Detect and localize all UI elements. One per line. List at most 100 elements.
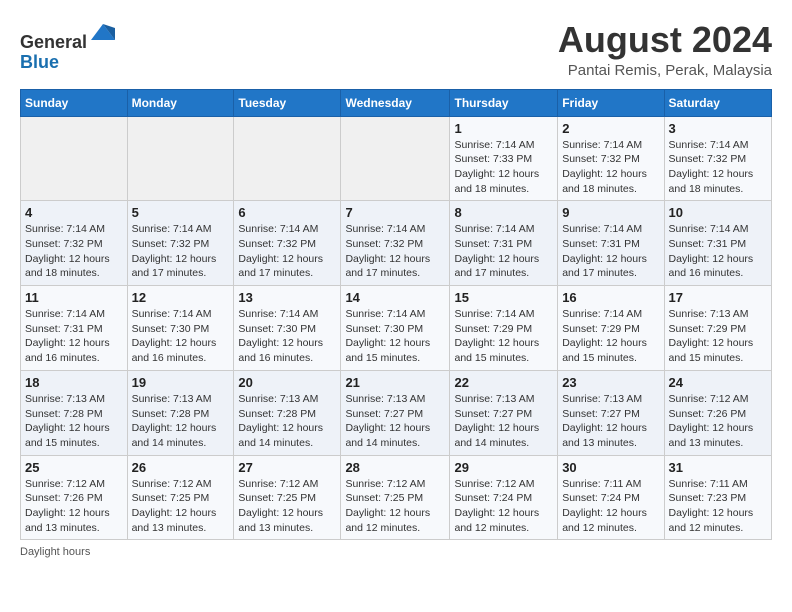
day-info: Sunrise: 7:14 AM Sunset: 7:32 PM Dayligh… — [345, 222, 445, 281]
day-number: 31 — [669, 460, 767, 475]
calendar-cell: 18 Sunrise: 7:13 AM Sunset: 7:28 PM Dayli… — [21, 370, 128, 455]
day-info: Sunrise: 7:14 AM Sunset: 7:30 PM Dayligh… — [238, 307, 336, 366]
day-info: Sunrise: 7:14 AM Sunset: 7:30 PM Dayligh… — [345, 307, 445, 366]
day-info: Sunrise: 7:14 AM Sunset: 7:30 PM Dayligh… — [132, 307, 230, 366]
day-number: 24 — [669, 375, 767, 390]
day-number: 19 — [132, 375, 230, 390]
calendar-cell: 30 Sunrise: 7:11 AM Sunset: 7:24 PM Dayli… — [558, 455, 664, 540]
day-number: 22 — [454, 375, 553, 390]
day-info: Sunrise: 7:14 AM Sunset: 7:32 PM Dayligh… — [238, 222, 336, 281]
day-number: 8 — [454, 205, 553, 220]
day-number: 7 — [345, 205, 445, 220]
calendar-cell: 27Sunrise: 7:12 AM Sunset: 7:25 PM Dayli… — [234, 455, 341, 540]
calendar-cell: 15Sunrise: 7:14 AM Sunset: 7:29 PM Dayli… — [450, 286, 558, 371]
calendar-cell: 31 Sunrise: 7:11 AM Sunset: 7:23 PM Dayli… — [664, 455, 771, 540]
calendar-cell: 29Sunrise: 7:12 AM Sunset: 7:24 PM Dayli… — [450, 455, 558, 540]
day-info: Sunrise: 7:12 AM Sunset: 7:26 PM Dayligh… — [669, 392, 767, 451]
weekday-header-wednesday: Wednesday — [341, 89, 450, 116]
day-info: Sunrise: 7:14 AM Sunset: 7:32 PM Dayligh… — [25, 222, 123, 281]
week-row-4: 18 Sunrise: 7:13 AM Sunset: 7:28 PM Dayli… — [21, 370, 772, 455]
day-number: 5 — [132, 205, 230, 220]
calendar-cell: 10 Sunrise: 7:14 AM Sunset: 7:31 PM Dayli… — [664, 201, 771, 286]
weekday-header-thursday: Thursday — [450, 89, 558, 116]
month-year: August 2024 — [558, 20, 772, 60]
weekday-header-row: SundayMondayTuesdayWednesdayThursdayFrid… — [21, 89, 772, 116]
calendar-cell: 28Sunrise: 7:12 AM Sunset: 7:25 PM Dayli… — [341, 455, 450, 540]
day-number: 10 — [669, 205, 767, 220]
day-number: 18 — [25, 375, 123, 390]
day-number: 3 — [669, 121, 767, 136]
weekday-header-friday: Friday — [558, 89, 664, 116]
calendar-cell: 6 Sunrise: 7:14 AM Sunset: 7:32 PM Daylig… — [234, 201, 341, 286]
day-number: 11 — [25, 290, 123, 305]
day-info: Sunrise: 7:13 AM Sunset: 7:27 PM Dayligh… — [454, 392, 553, 451]
day-number: 29 — [454, 460, 553, 475]
weekday-header-saturday: Saturday — [664, 89, 771, 116]
day-info: Sunrise: 7:13 AM Sunset: 7:28 PM Dayligh… — [132, 392, 230, 451]
day-number: 26 — [132, 460, 230, 475]
day-info: Sunrise: 7:14 AM Sunset: 7:29 PM Dayligh… — [454, 307, 553, 366]
calendar-cell: 7 Sunrise: 7:14 AM Sunset: 7:32 PM Daylig… — [341, 201, 450, 286]
calendar-cell: 19 Sunrise: 7:13 AM Sunset: 7:28 PM Dayli… — [127, 370, 234, 455]
day-number: 21 — [345, 375, 445, 390]
calendar-cell — [234, 116, 341, 201]
logo-icon — [89, 20, 117, 48]
calendar-cell: 5 Sunrise: 7:14 AM Sunset: 7:32 PM Daylig… — [127, 201, 234, 286]
day-info: Sunrise: 7:11 AM Sunset: 7:24 PM Dayligh… — [562, 477, 659, 536]
day-number: 17 — [669, 290, 767, 305]
calendar-cell: 23Sunrise: 7:13 AM Sunset: 7:27 PM Dayli… — [558, 370, 664, 455]
day-info: Sunrise: 7:13 AM Sunset: 7:27 PM Dayligh… — [345, 392, 445, 451]
day-number: 4 — [25, 205, 123, 220]
day-number: 14 — [345, 290, 445, 305]
calendar-cell — [341, 116, 450, 201]
calendar-cell: 20Sunrise: 7:13 AM Sunset: 7:28 PM Dayli… — [234, 370, 341, 455]
calendar-cell: 12 Sunrise: 7:14 AM Sunset: 7:30 PM Dayli… — [127, 286, 234, 371]
logo: General Blue — [20, 20, 117, 73]
day-info: Sunrise: 7:14 AM Sunset: 7:32 PM Dayligh… — [669, 138, 767, 197]
day-info: Sunrise: 7:12 AM Sunset: 7:26 PM Dayligh… — [25, 477, 123, 536]
calendar-cell: 1 Sunrise: 7:14 AM Sunset: 7:33 PM Daylig… — [450, 116, 558, 201]
calendar-cell: 8 Sunrise: 7:14 AM Sunset: 7:31 PM Daylig… — [450, 201, 558, 286]
day-number: 13 — [238, 290, 336, 305]
day-number: 2 — [562, 121, 659, 136]
day-info: Sunrise: 7:14 AM Sunset: 7:29 PM Dayligh… — [562, 307, 659, 366]
day-number: 6 — [238, 205, 336, 220]
calendar-cell: 3 Sunrise: 7:14 AM Sunset: 7:32 PM Daylig… — [664, 116, 771, 201]
day-number: 16 — [562, 290, 659, 305]
weekday-header-tuesday: Tuesday — [234, 89, 341, 116]
day-number: 1 — [454, 121, 553, 136]
week-row-5: 25 Sunrise: 7:12 AM Sunset: 7:26 PM Dayli… — [21, 455, 772, 540]
calendar-cell: 2Sunrise: 7:14 AM Sunset: 7:32 PM Daylig… — [558, 116, 664, 201]
calendar-cell: 24 Sunrise: 7:12 AM Sunset: 7:26 PM Dayli… — [664, 370, 771, 455]
calendar-cell — [21, 116, 128, 201]
day-info: Sunrise: 7:14 AM Sunset: 7:31 PM Dayligh… — [25, 307, 123, 366]
calendar-cell: 11 Sunrise: 7:14 AM Sunset: 7:31 PM Dayli… — [21, 286, 128, 371]
calendar-cell: 25 Sunrise: 7:12 AM Sunset: 7:26 PM Dayli… — [21, 455, 128, 540]
day-info: Sunrise: 7:14 AM Sunset: 7:32 PM Dayligh… — [132, 222, 230, 281]
day-info: Sunrise: 7:11 AM Sunset: 7:23 PM Dayligh… — [669, 477, 767, 536]
calendar-cell: 26Sunrise: 7:12 AM Sunset: 7:25 PM Dayli… — [127, 455, 234, 540]
day-number: 25 — [25, 460, 123, 475]
day-number: 23 — [562, 375, 659, 390]
weekday-header-sunday: Sunday — [21, 89, 128, 116]
day-info: Sunrise: 7:12 AM Sunset: 7:25 PM Dayligh… — [238, 477, 336, 536]
day-info: Sunrise: 7:14 AM Sunset: 7:31 PM Dayligh… — [669, 222, 767, 281]
calendar-cell — [127, 116, 234, 201]
day-info: Sunrise: 7:14 AM Sunset: 7:31 PM Dayligh… — [562, 222, 659, 281]
day-info: Sunrise: 7:13 AM Sunset: 7:29 PM Dayligh… — [669, 307, 767, 366]
day-info: Sunrise: 7:13 AM Sunset: 7:28 PM Dayligh… — [25, 392, 123, 451]
calendar-cell: 21 Sunrise: 7:13 AM Sunset: 7:27 PM Dayli… — [341, 370, 450, 455]
day-number: 30 — [562, 460, 659, 475]
logo-blue-text: Blue — [20, 52, 59, 72]
day-number: 12 — [132, 290, 230, 305]
header: General Blue August 2024 Pantai Remis, P… — [20, 20, 772, 79]
calendar-table: SundayMondayTuesdayWednesdayThursdayFrid… — [20, 89, 772, 541]
day-info: Sunrise: 7:14 AM Sunset: 7:33 PM Dayligh… — [454, 138, 553, 197]
week-row-1: 1 Sunrise: 7:14 AM Sunset: 7:33 PM Daylig… — [21, 116, 772, 201]
calendar-cell: 22 Sunrise: 7:13 AM Sunset: 7:27 PM Dayli… — [450, 370, 558, 455]
calendar-cell: 17 Sunrise: 7:13 AM Sunset: 7:29 PM Dayli… — [664, 286, 771, 371]
title-block: August 2024 Pantai Remis, Perak, Malaysi… — [558, 20, 772, 79]
calendar-cell: 13 Sunrise: 7:14 AM Sunset: 7:30 PM Dayli… — [234, 286, 341, 371]
day-info: Sunrise: 7:14 AM Sunset: 7:31 PM Dayligh… — [454, 222, 553, 281]
week-row-2: 4 Sunrise: 7:14 AM Sunset: 7:32 PM Daylig… — [21, 201, 772, 286]
